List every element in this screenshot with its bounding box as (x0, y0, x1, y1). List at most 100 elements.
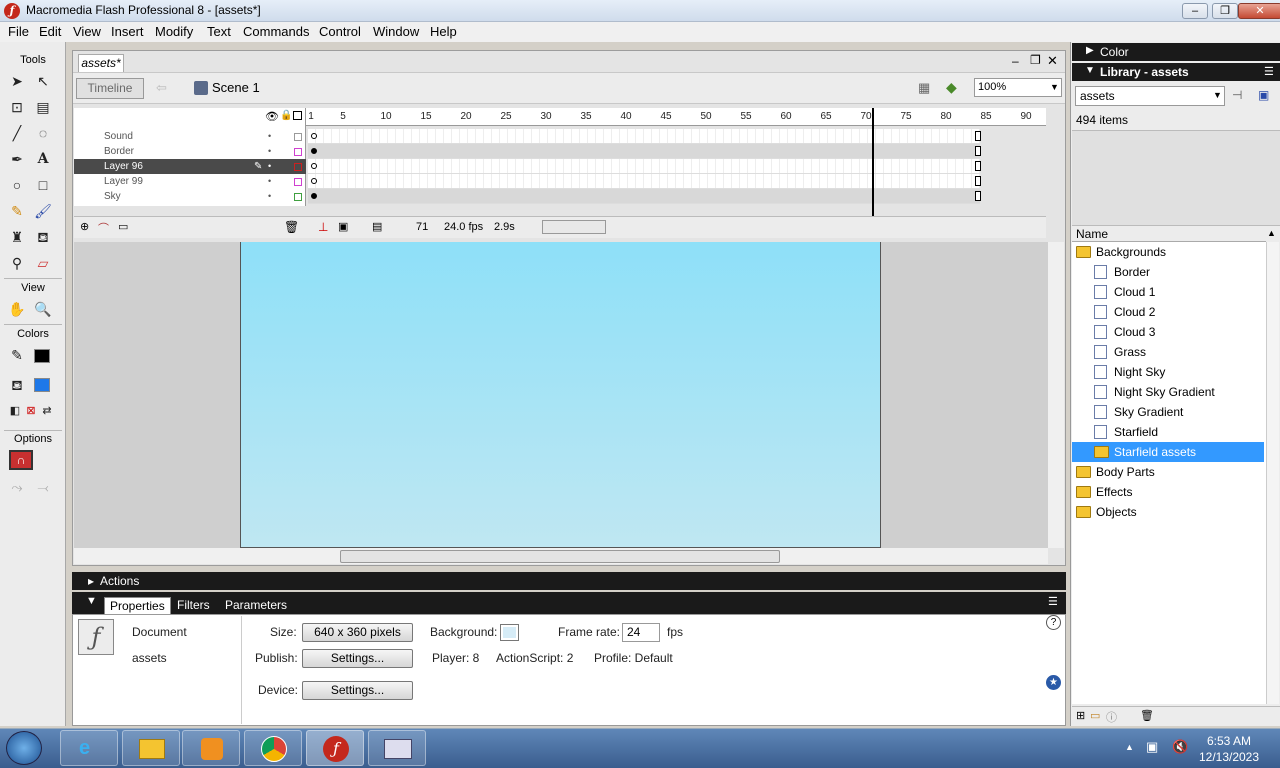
document-tab[interactable]: assets* (78, 54, 124, 72)
properties-icon[interactable]: ⓘ (1106, 709, 1117, 725)
center-frame-icon[interactable]: ⊥ (318, 220, 328, 234)
stroke-color-swatch[interactable] (34, 349, 50, 363)
free-transform-tool-icon[interactable]: ⊡ (6, 96, 28, 118)
frame-row-layer-96[interactable] (308, 159, 980, 174)
stroke-color-icon[interactable]: ✎ (6, 344, 28, 366)
add-guide-icon[interactable]: ⌒ (98, 220, 109, 236)
layer-visibility-dot[interactable]: • (268, 161, 271, 171)
network-icon[interactable]: ▣ (1146, 739, 1158, 755)
doc-close-icon[interactable]: ✕ (1047, 53, 1058, 69)
layer-row-layer-96[interactable]: Layer 96 ✎ (74, 159, 306, 174)
frame-row-layer-99[interactable] (308, 174, 980, 189)
new-folder-icon[interactable]: ▭ (1090, 709, 1100, 722)
layer-row-layer-99[interactable]: Layer 99 (74, 174, 306, 189)
library-item[interactable]: Starfield (1072, 422, 1264, 442)
volume-mute-icon[interactable]: 🔇 (1172, 739, 1188, 755)
add-layer-icon[interactable]: ⊕ (80, 220, 89, 233)
new-symbol-icon[interactable]: ⊞ (1076, 709, 1085, 722)
new-library-icon[interactable]: ▣ (1258, 88, 1269, 102)
menu-control[interactable]: Control (319, 24, 361, 39)
library-item[interactable]: Effects (1072, 482, 1264, 502)
edit-scene-icon[interactable]: ▦ (918, 80, 930, 96)
library-item[interactable]: Cloud 3 (1072, 322, 1264, 342)
menu-edit[interactable]: Edit (39, 24, 61, 39)
tab-properties[interactable]: Properties (104, 597, 171, 614)
keyframe-marker[interactable] (311, 148, 317, 154)
layer-row-border[interactable]: Border (74, 144, 306, 159)
gradient-transform-tool-icon[interactable]: ▤ (32, 96, 54, 118)
library-panel-header[interactable]: Library - assets (1072, 63, 1280, 81)
minimize-button[interactable]: – (1182, 3, 1208, 19)
menu-text[interactable]: Text (207, 24, 231, 39)
snap-magnet-icon[interactable]: ∩ (9, 450, 33, 470)
zoom-select[interactable]: 100% (974, 78, 1062, 97)
library-item[interactable]: Backgrounds (1072, 242, 1264, 262)
taskbar-chrome-icon[interactable] (244, 730, 302, 766)
keyframe-marker[interactable] (311, 178, 317, 184)
tab-parameters[interactable]: Parameters (225, 597, 287, 614)
tab-filters[interactable]: Filters (177, 597, 210, 614)
device-settings-button[interactable]: Settings... (302, 681, 413, 700)
frame-row-sky[interactable] (308, 189, 980, 204)
taskbar-flash-icon[interactable]: ƒ (306, 730, 364, 766)
library-item[interactable]: Body Parts (1072, 462, 1264, 482)
taskbar-ie-icon[interactable]: e (60, 730, 118, 766)
delete-layer-icon[interactable]: 🗑 (284, 220, 299, 234)
layer-visibility-dot[interactable]: • (268, 146, 271, 156)
edit-multiple-icon[interactable]: ▤ (372, 220, 382, 233)
line-tool-icon[interactable]: ╱ (6, 122, 28, 144)
onion-skin-icon[interactable]: ▣ (338, 220, 348, 233)
restore-button[interactable]: ❐ (1212, 3, 1238, 19)
start-button[interactable] (6, 731, 42, 765)
hand-tool-icon[interactable]: ✋ (6, 298, 28, 320)
library-item[interactable]: Starfield assets (1072, 442, 1264, 462)
frame-row-sound[interactable] (308, 129, 980, 144)
menu-help[interactable]: Help (430, 24, 457, 39)
scroll-thumb[interactable] (340, 550, 780, 563)
end-frame-marker[interactable] (975, 176, 981, 186)
chevron-down-icon[interactable]: ▼ (1213, 90, 1222, 100)
menu-insert[interactable]: Insert (111, 24, 144, 39)
keyframe-marker[interactable] (311, 133, 317, 139)
library-scrollbar[interactable] (1266, 242, 1279, 704)
timeline-button[interactable]: Timeline (76, 78, 144, 99)
taskbar-keyboard-icon[interactable] (368, 730, 426, 766)
doc-minimize-icon[interactable]: – (1012, 54, 1019, 68)
frame-row-border[interactable] (308, 144, 980, 159)
playhead[interactable] (872, 108, 874, 216)
menu-modify[interactable]: Modify (155, 24, 193, 39)
end-frame-marker[interactable] (975, 131, 981, 141)
layer-outline-color[interactable] (294, 148, 302, 156)
end-frame-marker[interactable] (975, 161, 981, 171)
menu-file[interactable]: File (8, 24, 29, 39)
smooth-icon[interactable]: ⤳ (6, 476, 28, 498)
panel-menu-icon[interactable]: ☰ (1264, 65, 1274, 78)
pin-library-icon[interactable]: ⊣ (1232, 88, 1242, 102)
publish-settings-button[interactable]: Settings... (302, 649, 413, 668)
layer-row-sky[interactable]: Sky (74, 189, 306, 204)
layer-visibility-dot[interactable]: • (268, 176, 271, 186)
edit-symbols-icon[interactable]: ◆ (946, 79, 957, 96)
zoom-tool-icon[interactable]: 🔍 (32, 298, 54, 320)
panel-menu-icon[interactable]: ☰ (1048, 595, 1058, 608)
library-item[interactable]: Sky Gradient (1072, 402, 1264, 422)
brush-tool-icon[interactable]: 🖌 (32, 200, 54, 222)
straighten-icon[interactable]: ⤙ (32, 476, 54, 498)
taskbar-explorer-icon[interactable] (122, 730, 180, 766)
pen-tool-icon[interactable]: ✒ (6, 148, 28, 170)
layer-outline-color[interactable] (294, 133, 302, 141)
library-item[interactable]: Night Sky (1072, 362, 1264, 382)
outline-icon[interactable] (293, 111, 302, 120)
menu-commands[interactable]: Commands (243, 24, 309, 39)
add-folder-icon[interactable]: ▭ (118, 220, 128, 233)
paint-bucket-tool-icon[interactable]: ⛾ (32, 226, 54, 248)
layer-outline-color[interactable] (294, 163, 302, 171)
layer-outline-color[interactable] (294, 193, 302, 201)
lasso-tool-icon[interactable]: ◌ (32, 122, 54, 144)
library-item[interactable]: Objects (1072, 502, 1264, 522)
back-arrow-icon[interactable]: ⇦ (156, 80, 167, 96)
fill-color-icon[interactable]: ⛾ (6, 374, 28, 396)
layer-row-sound[interactable]: Sound (74, 129, 306, 144)
help-icon[interactable]: ? (1046, 615, 1061, 630)
keyframe-marker[interactable] (311, 163, 317, 169)
